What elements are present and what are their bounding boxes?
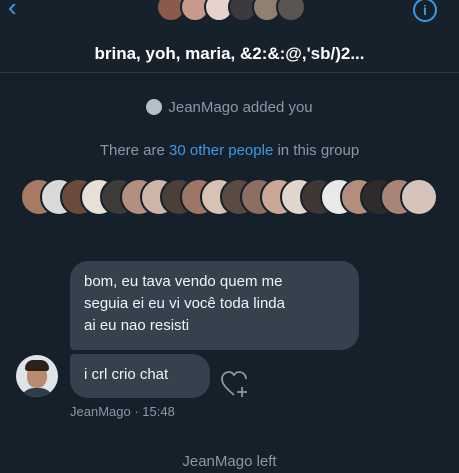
chevron-left-icon[interactable]: ‹ <box>8 0 30 20</box>
member-avatars[interactable] <box>20 178 440 218</box>
added-text: JeanMago added you <box>168 99 313 116</box>
message-meta: JeanMago · 15:48 <box>70 404 175 419</box>
message-line: seguia ei eu vi você toda linda <box>84 295 285 312</box>
heart-plus-icon[interactable] <box>220 370 250 398</box>
avatar <box>400 178 438 216</box>
avatar-shirt <box>20 388 54 397</box>
left-notice: JeanMago left <box>182 453 277 470</box>
message-bubble[interactable]: i crl crio chat <box>70 354 210 398</box>
message-line: ai eu nao resisti <box>84 317 190 334</box>
group-count-notice: There are 30 other people in this group <box>0 142 459 159</box>
chat-header: ‹ i brina, yoh, maria, &2:&:@,'sb/)2... <box>0 0 459 73</box>
message-text: i crl crio chat <box>84 366 169 383</box>
others-link[interactable]: 30 other people <box>169 142 273 159</box>
group-title[interactable]: brina, yoh, maria, &2:&:@,'sb/)2... <box>0 44 459 64</box>
message-bubble[interactable]: bom, eu tava vendo quem me seguia ei eu … <box>70 261 359 350</box>
sender-name[interactable]: JeanMago <box>70 404 131 419</box>
avatar[interactable] <box>16 355 58 397</box>
others-prefix: There are <box>99 142 165 159</box>
others-suffix: in this group <box>277 142 360 159</box>
avatar <box>146 99 163 115</box>
message-time: 15:48 <box>142 404 175 419</box>
avatar <box>276 0 306 22</box>
avatar-hair <box>25 360 49 371</box>
added-notice: JeanMago added you <box>0 99 459 116</box>
message-line: bom, eu tava vendo quem me <box>84 273 283 290</box>
info-icon[interactable]: i <box>413 0 437 22</box>
